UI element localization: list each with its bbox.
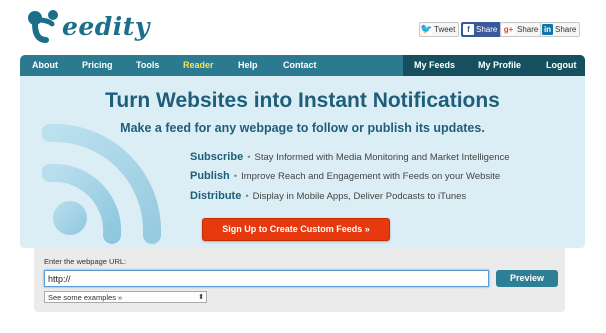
google-plus-share-label: Share — [517, 25, 539, 34]
nav-help[interactable]: Help — [238, 55, 258, 76]
url-input[interactable] — [44, 270, 489, 287]
tweet-label: Tweet — [434, 25, 456, 34]
facebook-icon: f — [463, 24, 474, 35]
nav-my-profile[interactable]: My Profile — [478, 55, 521, 76]
feature-separator: • — [233, 171, 238, 182]
feature-subscribe-desc: Stay Informed with Media Monitoring and … — [254, 152, 510, 163]
feature-distribute-name: Distribute — [190, 190, 242, 202]
feature-separator: • — [247, 152, 251, 163]
hero-title: Turn Websites into Instant Notifications — [105, 89, 500, 112]
signup-cta-button[interactable]: Sign Up to Create Custom Feeds » — [202, 218, 390, 241]
nav-about[interactable]: About — [32, 55, 58, 76]
linkedin-share-button[interactable]: in Share — [540, 22, 581, 37]
feature-distribute-desc: Display in Mobile Apps, Deliver Podcasts… — [252, 191, 467, 202]
google-plus-share-button[interactable]: g+ Share — [500, 22, 543, 37]
url-form: Enter the webpage URL: Preview See some … — [34, 248, 565, 312]
examples-selected-value: See some examples » — [48, 293, 123, 302]
feedity-logo[interactable]: eedity — [24, 6, 150, 46]
feature-subscribe-name: Subscribe — [190, 151, 244, 163]
url-label: Enter the webpage URL: — [44, 257, 127, 266]
feature-distribute: Distribute • Display in Mobile Apps, Deliv… — [190, 190, 466, 202]
nav-logout[interactable]: Logout — [546, 55, 577, 76]
preview-button[interactable]: Preview — [496, 270, 558, 287]
facebook-share-button[interactable]: f Share — [461, 22, 502, 37]
twitter-icon: 🐦 — [420, 24, 433, 35]
nav-reader[interactable]: Reader — [183, 55, 214, 76]
feedity-logo-mark-icon — [28, 10, 58, 43]
nav-tools[interactable]: Tools — [136, 55, 159, 76]
tweet-button[interactable]: 🐦 Tweet — [419, 22, 460, 37]
feature-publish-desc: Improve Reach and Engagement with Feeds … — [241, 171, 501, 182]
feature-publish: Publish • Improve Reach and Engagement wit… — [190, 170, 500, 182]
hero-banner: Turn Websites into Instant Notifications… — [20, 76, 585, 248]
google-plus-icon: g+ — [502, 24, 515, 35]
examples-select[interactable]: See some examples » ⬍ — [44, 291, 207, 303]
facebook-share-label: Share — [476, 25, 498, 34]
logo-text: eedity — [62, 11, 150, 41]
linkedin-share-label: Share — [555, 25, 577, 34]
nav-pricing[interactable]: Pricing — [82, 55, 113, 76]
feature-subscribe: Subscribe • Stay Informed with Media Monit… — [190, 151, 510, 163]
main-nav: About Pricing Tools Reader Help Contact … — [20, 55, 585, 76]
linkedin-icon: in — [542, 24, 553, 35]
nav-contact[interactable]: Contact — [283, 55, 317, 76]
feature-separator: • — [245, 191, 249, 202]
nav-my-feeds[interactable]: My Feeds — [414, 55, 455, 76]
feature-publish-name: Publish — [190, 170, 230, 182]
hero-subtitle: Make a feed for any webpage to follow or… — [120, 121, 485, 135]
chevron-up-down-icon: ⬍ — [198, 294, 204, 301]
